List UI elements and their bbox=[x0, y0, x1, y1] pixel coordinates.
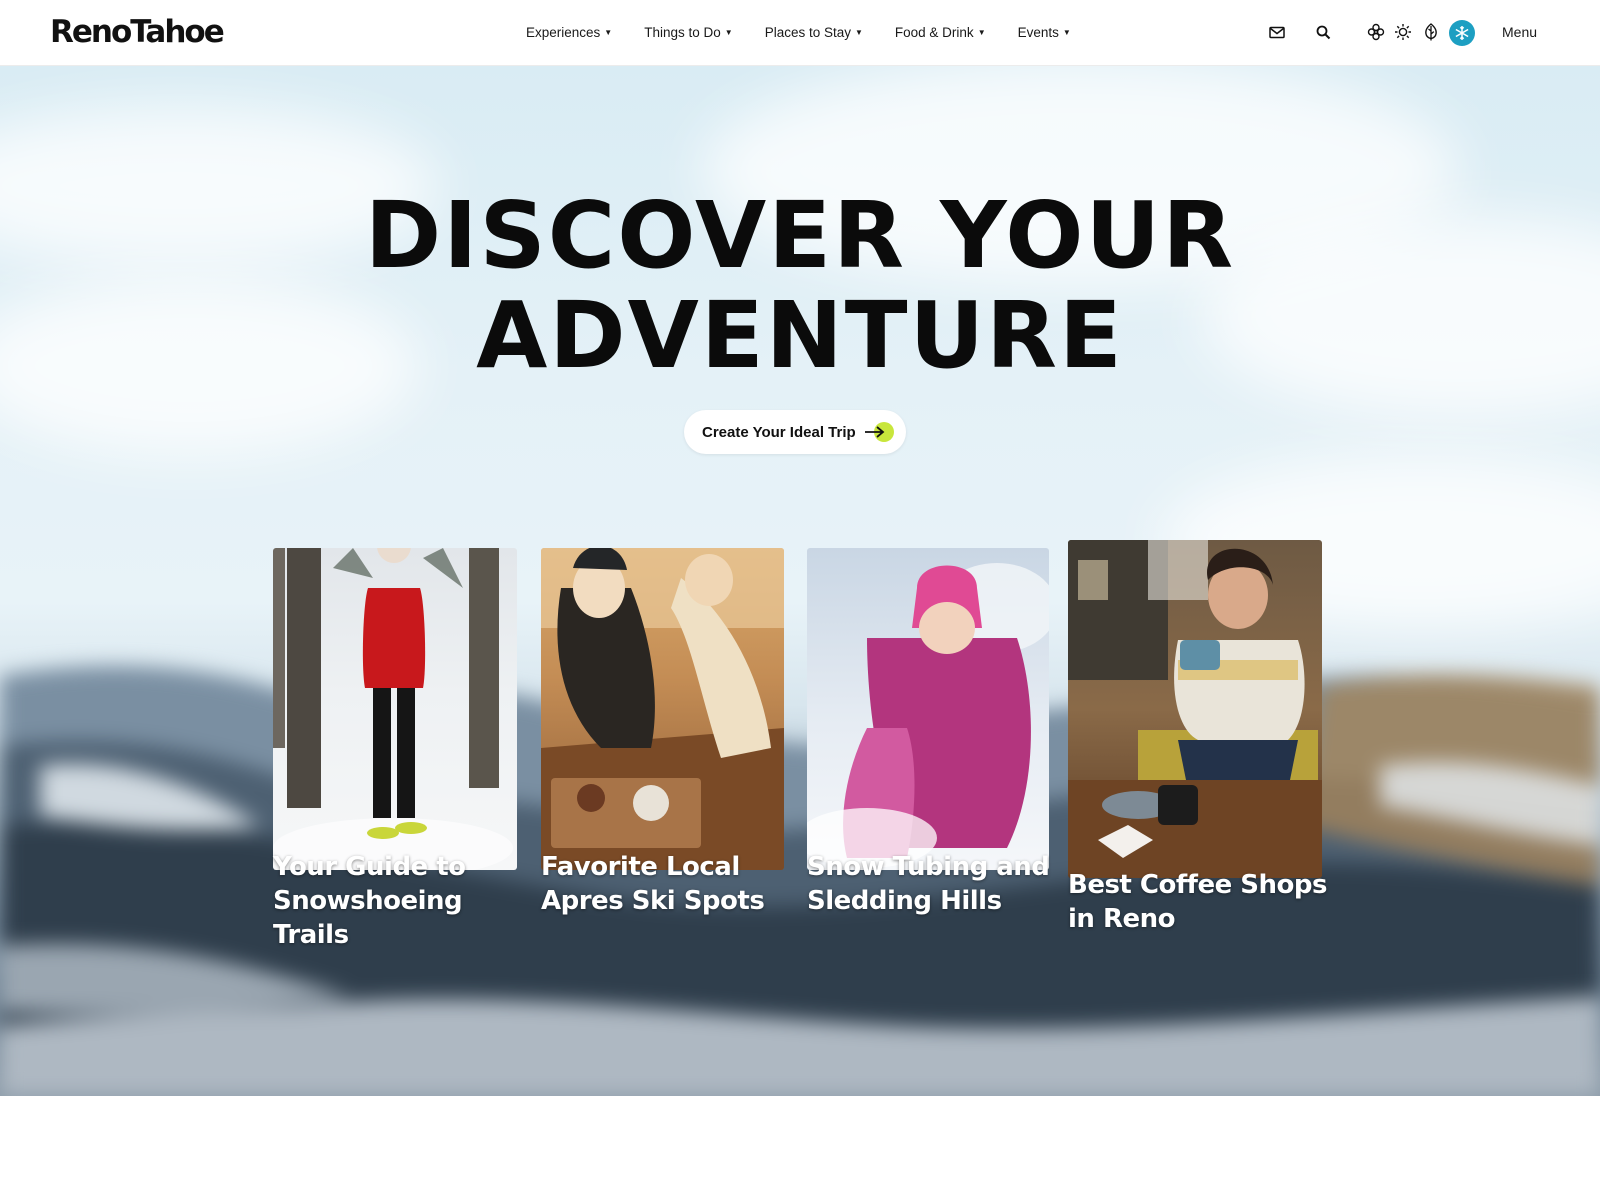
nav-item-label: Experiences bbox=[526, 24, 601, 40]
nav-item-label: Places to Stay bbox=[764, 24, 851, 40]
card-title-line: Best Coffee Shops bbox=[1068, 870, 1327, 900]
card-image bbox=[273, 548, 517, 870]
menu-button[interactable]: Menu bbox=[1502, 24, 1537, 40]
nav-item-label: Events bbox=[1017, 24, 1059, 40]
sledding-photo bbox=[807, 563, 1049, 868]
card-snow-tubing[interactable]: Snow Tubing and Sledding Hills bbox=[807, 510, 1050, 916]
snowflake-icon[interactable] bbox=[1449, 20, 1475, 46]
card-title-line: Snowshoeing bbox=[273, 886, 463, 916]
search-icon[interactable] bbox=[1313, 22, 1333, 42]
caret-down-icon: ▼ bbox=[977, 28, 986, 37]
card-title-line: Sledding Hills bbox=[807, 886, 1002, 916]
main-nav: Experiences ▼ Things to Do ▼ Places to Sta… bbox=[526, 22, 1071, 42]
hero-title-line-1: DISCOVER YOUR bbox=[364, 182, 1236, 289]
card-image bbox=[541, 548, 784, 870]
card-snowshoeing[interactable]: Your Guide to Snowshoeing Trails bbox=[273, 516, 517, 950]
caret-down-icon: ▼ bbox=[724, 28, 733, 37]
hero-title-line-2: ADVENTURE bbox=[476, 282, 1124, 389]
card-title-line: Your Guide to bbox=[273, 852, 466, 882]
nav-item-experiences[interactable]: Experiences ▼ bbox=[526, 22, 612, 42]
card-title-line: Snow Tubing and bbox=[807, 852, 1050, 882]
caret-down-icon: ▼ bbox=[1062, 28, 1071, 37]
nav-item-things-to-do[interactable]: Things to Do ▼ bbox=[644, 22, 732, 42]
card-title-line: Trails bbox=[273, 920, 349, 950]
card-image bbox=[807, 548, 1049, 870]
card-title-line: Favorite Local bbox=[541, 852, 740, 882]
site-logo[interactable]: RenoTahoe bbox=[50, 14, 225, 50]
leaf-icon[interactable] bbox=[1421, 22, 1441, 42]
caret-down-icon: ▼ bbox=[604, 28, 613, 37]
flower-icon[interactable] bbox=[1366, 22, 1386, 42]
card-coffee-shops[interactable]: Best Coffee Shops in Reno bbox=[1068, 506, 1327, 934]
nav-item-places-to-stay[interactable]: Places to Stay ▼ bbox=[765, 22, 863, 42]
card-image bbox=[1068, 540, 1322, 878]
nav-item-food-drink[interactable]: Food & Drink ▼ bbox=[895, 22, 986, 42]
create-trip-button[interactable]: Create Your Ideal Trip bbox=[684, 410, 906, 454]
caret-down-icon: ▼ bbox=[854, 28, 863, 37]
site-header: RenoTahoe Experiences ▼ Things to Do ▼ Pla… bbox=[0, 0, 1600, 66]
snowshoer-photo bbox=[273, 548, 513, 870]
apres-ski-photo bbox=[541, 548, 784, 870]
create-trip-label: Create Your Ideal Trip bbox=[702, 423, 856, 441]
coffee-shop-photo bbox=[1068, 540, 1322, 878]
nav-item-label: Things to Do bbox=[644, 24, 721, 40]
mail-icon[interactable] bbox=[1267, 22, 1287, 42]
card-title: Snow Tubing and Sledding Hills bbox=[807, 850, 1067, 918]
card-apres-ski[interactable]: Favorite Local Apres Ski Spots bbox=[541, 506, 784, 916]
card-title: Favorite Local Apres Ski Spots bbox=[541, 850, 801, 918]
card-title-line: Apres Ski Spots bbox=[541, 886, 765, 916]
card-title-line: in Reno bbox=[1068, 904, 1176, 934]
sun-icon[interactable] bbox=[1393, 22, 1413, 42]
arrow-right-icon bbox=[865, 422, 894, 442]
card-title: Your Guide to Snowshoeing Trails bbox=[273, 850, 533, 952]
card-title: Best Coffee Shops in Reno bbox=[1068, 868, 1348, 936]
hero-title: DISCOVER YOUR ADVENTURE bbox=[0, 186, 1600, 386]
nav-item-label: Food & Drink bbox=[894, 24, 974, 40]
nav-item-events[interactable]: Events ▼ bbox=[1018, 22, 1071, 42]
hero-section: DISCOVER YOUR ADVENTURE Create Your Idea… bbox=[0, 66, 1600, 1096]
